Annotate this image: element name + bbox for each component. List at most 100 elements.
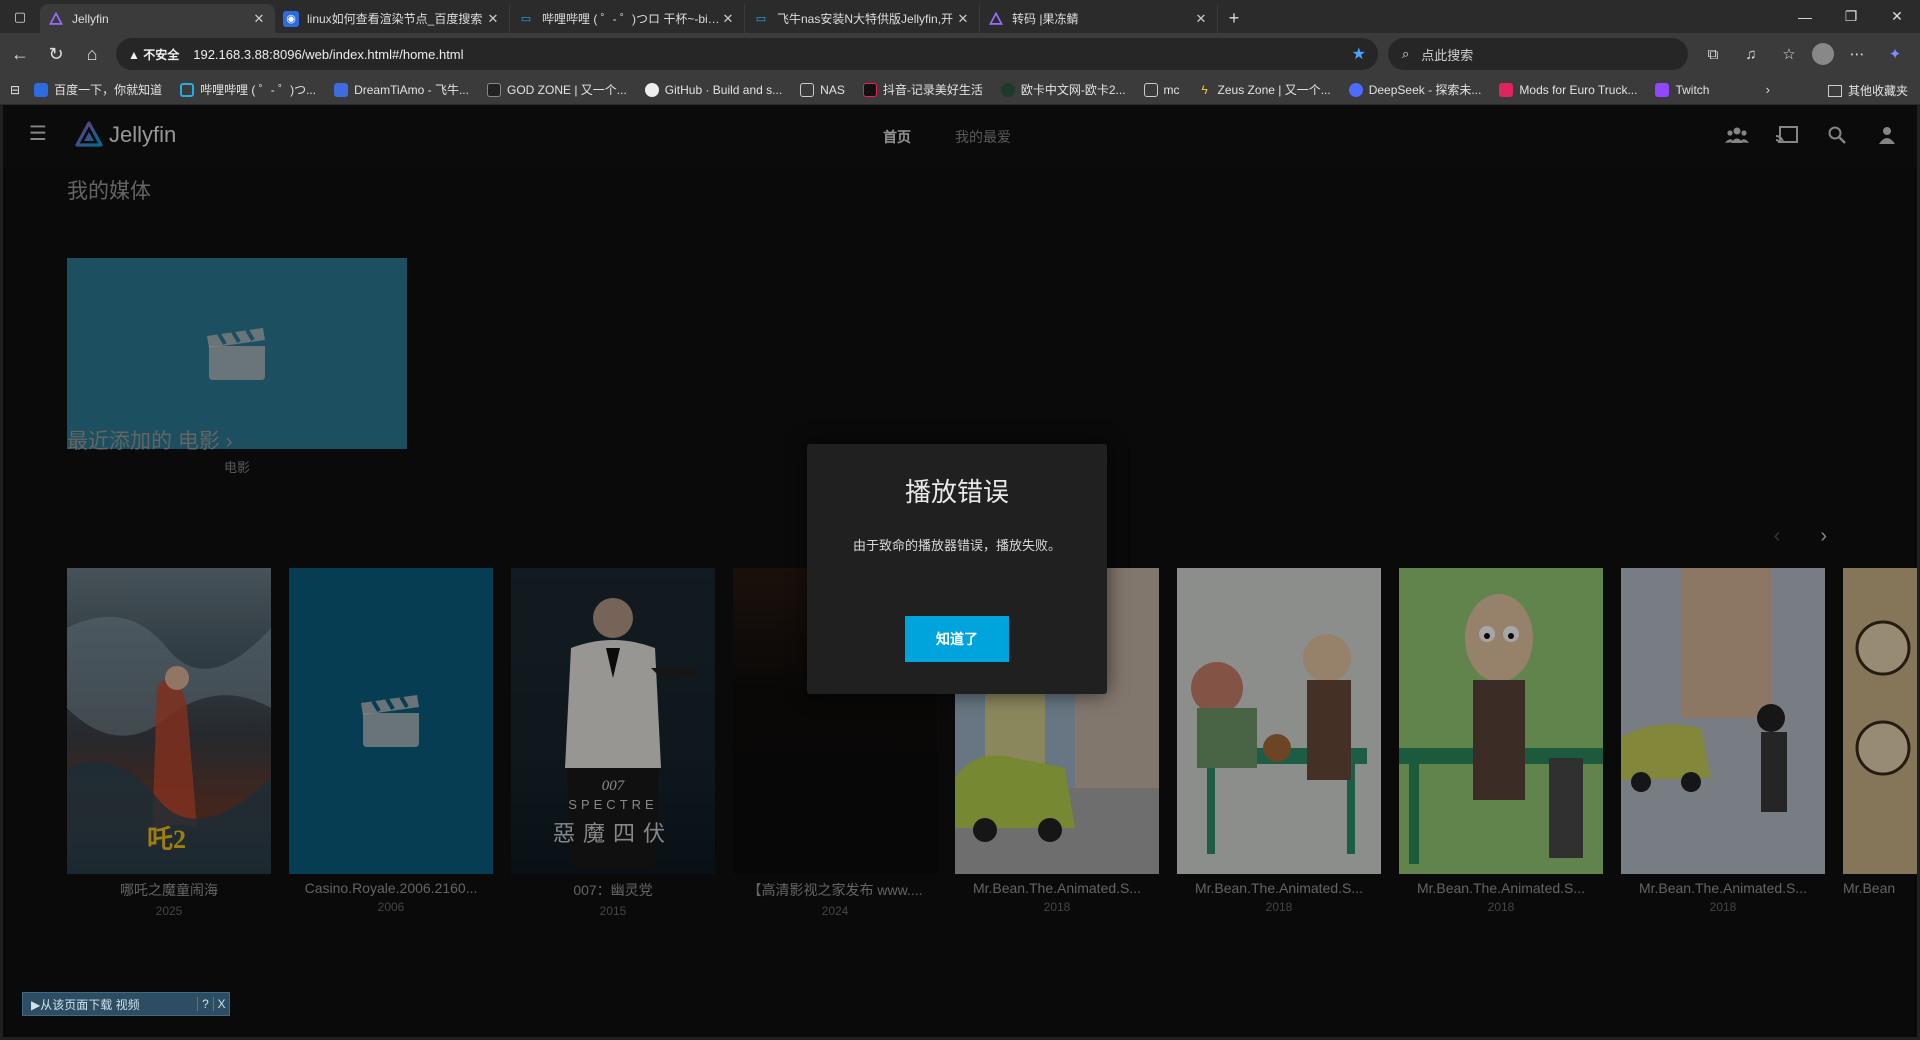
browser-window: ▢ Jellyfin ✕ ◉ linux如何查看渲染节点_百度搜索 ✕ ▭ 哔哩… [0,0,1920,1040]
toolbar-extensions: ⧉ ♫ ☆ ⋯ ✦ [1698,38,1910,70]
browser-search-box[interactable]: ⌕ 点此搜索 [1388,38,1688,70]
folder-icon [800,82,815,97]
bookmark-item[interactable]: GitHub · Build and s... [644,82,783,97]
close-icon[interactable]: X [213,997,229,1011]
bookmark-label: 哔哩哔哩 ( ゜- ゜)つ... [200,83,317,97]
bookmark-label: 百度一下，你就知道 [54,83,163,97]
tab-title: 哔哩哔哩 ( ゜- ゜)つロ 干杯~-bilibili [542,12,720,26]
bookmark-label: Mods for Euro Truck... [1519,82,1638,97]
minimize-icon[interactable]: — [1782,0,1828,33]
close-tab-icon[interactable]: ✕ [485,11,501,27]
tab-transcode[interactable]: 转码 |果冻鲭 ✕ [980,4,1218,33]
new-tab-icon[interactable]: + [1218,4,1250,33]
download-video-button[interactable]: ▶从该页面下载 视频 [23,996,197,1013]
favorites-icon[interactable]: ☆ [1774,39,1804,69]
search-placeholder: 点此搜索 [1421,47,1474,63]
folder-icon [1827,84,1842,97]
bilibili-favicon-icon: ▭ [520,13,532,25]
copilot-icon[interactable]: ✦ [1880,39,1910,69]
tab-jellyfin[interactable]: Jellyfin ✕ [40,4,275,33]
bookmark-label: DreamTiAmo - 飞牛... [354,83,469,97]
tab-actions-icon[interactable]: ▢ [0,0,40,33]
bookmark-label: DeepSeek - 探索未... [1368,83,1482,97]
folder-icon [1143,82,1158,97]
close-window-icon[interactable]: ✕ [1874,0,1920,33]
back-icon[interactable]: ← [2,38,38,70]
bookmark-label: 抖音-记录美好生活 [882,83,983,97]
bookmark-item[interactable]: 欧卡中文网-欧卡2... [1000,81,1126,98]
mods-icon [1499,82,1514,97]
deepseek-icon [1348,82,1363,97]
close-tab-icon[interactable]: ✕ [251,11,267,27]
not-secure-warning[interactable]: ▲ 不安全 [128,46,179,63]
jellyfin-favicon-icon [48,11,64,27]
bookmark-item[interactable]: NAS [800,82,845,97]
home-icon[interactable]: ⌂ [74,38,110,70]
bookmark-label: Zeus Zone | 又一个... [1217,83,1331,97]
bookmark-label: Twitch [1675,82,1710,97]
playback-error-dialog: 播放错误 由于致命的播放器错误，播放失败。 知道了 [807,444,1107,694]
tab-bilibili[interactable]: ▭ 哔哩哔哩 ( ゜- ゜)つロ 干杯~-bilibili ✕ [510,4,745,33]
jellyfin-page: ☰ Jellyfin 首页 我的最爱 我的媒体 电影 最近添加的 电影 › ‹ … [3,105,1917,1037]
bookmark-item[interactable]: DreamTiAmo - 飞牛... [334,81,469,98]
bookmark-item[interactable]: 哔哩哔哩 ( ゜- ゜)つ... [180,81,316,98]
bilibili-icon [180,82,195,97]
browser-toolbar: ← ↻ ⌂ ▲ 不安全 192.168.3.88:8096/web/index.… [0,33,1920,75]
bookmark-label: GOD ZONE | 又一个... [506,83,627,97]
help-icon[interactable]: ? [197,997,213,1011]
close-tab-icon[interactable]: ✕ [1193,11,1209,27]
dialog-title: 播放错误 [904,477,1009,507]
dialog-message: 由于致命的播放器错误，播放失败。 [852,538,1061,553]
bookmark-item[interactable]: ϟ Zeus Zone | 又一个... [1198,81,1331,98]
bookmark-item[interactable]: Mods for Euro Truck... [1499,82,1638,97]
twitch-icon [1655,82,1670,97]
url-text[interactable]: 192.168.3.88:8096/web/index.html#/home.h… [193,47,1351,62]
not-secure-label: 不安全 [143,47,180,62]
bookmarks-toggle-icon[interactable]: ⊟ [10,83,20,97]
tab-title: Jellyfin [72,11,109,26]
address-bar[interactable]: ▲ 不安全 192.168.3.88:8096/web/index.html#/… [116,38,1378,70]
github-icon [644,82,659,97]
bookmark-label: mc [1163,82,1180,97]
bookmark-item[interactable]: 抖音-记录美好生活 [862,81,983,98]
tab-baidu[interactable]: ◉ linux如何查看渲染节点_百度搜索 ✕ [275,4,510,33]
tab-bilibili-nas[interactable]: ▭ 飞牛nas安装N大特供版Jellyfin,开 ✕ [745,4,980,33]
bookmark-label: 欧卡中文网-欧卡2... [1020,83,1126,97]
extensions-icon[interactable]: ⧉ [1698,39,1728,69]
bookmark-item[interactable]: mc [1143,82,1180,97]
window-controls: — ❐ ✕ [1782,0,1920,33]
bookmarks-bar: ⊟ 百度一下，你就知道 哔哩哔哩 ( ゜- ゜)つ... DreamTiAmo … [0,75,1920,105]
reading-mode-icon[interactable]: ♫ [1736,39,1766,69]
tab-title: linux如何查看渲染节点_百度搜索 [307,12,483,26]
got-it-button[interactable]: 知道了 [905,616,1009,662]
restore-icon[interactable]: ❐ [1828,0,1874,33]
profile-avatar[interactable] [1812,43,1834,65]
search-icon: ⌕ [1402,46,1410,61]
bookmark-item[interactable]: Twitch [1655,82,1710,97]
dreamtiamo-icon [334,82,349,97]
other-bookmarks-label: 其他收藏夹 [1847,84,1908,98]
douyin-icon [862,82,877,97]
bookmark-item[interactable]: DeepSeek - 探索未... [1348,81,1482,98]
bookmark-label: GitHub · Build and s... [664,82,783,97]
download-video-widget[interactable]: ▶从该页面下载 视频 ? X [22,992,230,1016]
close-tab-icon[interactable]: ✕ [955,11,971,27]
tab-title: 转码 |果冻鲭 [1012,12,1079,26]
tab-title: 飞牛nas安装N大特供版Jellyfin,开 [777,12,954,26]
bookmark-item[interactable]: 百度一下，你就知道 [34,81,162,98]
favorite-star-icon[interactable]: ★ [1352,44,1366,64]
lightning-icon: ϟ [1201,82,1208,97]
bilibili-favicon-icon: ▭ [755,13,767,25]
chevron-right-icon[interactable]: › [1766,82,1770,97]
jellyfin-favicon-icon [988,11,1004,27]
close-tab-icon[interactable]: ✕ [720,11,736,27]
godzone-icon [486,82,501,97]
other-bookmarks[interactable]: 其他收藏夹 [1827,82,1908,99]
more-menu-icon[interactable]: ⋯ [1842,39,1872,69]
tab-bar: ▢ Jellyfin ✕ ◉ linux如何查看渲染节点_百度搜索 ✕ ▭ 哔哩… [0,0,1920,33]
bookmark-item[interactable]: GOD ZONE | 又一个... [486,81,627,98]
baidu-icon [34,82,49,97]
ouka-icon [1000,82,1015,97]
reload-icon[interactable]: ↻ [38,38,74,70]
baidu-favicon-icon: ◉ [283,10,299,27]
